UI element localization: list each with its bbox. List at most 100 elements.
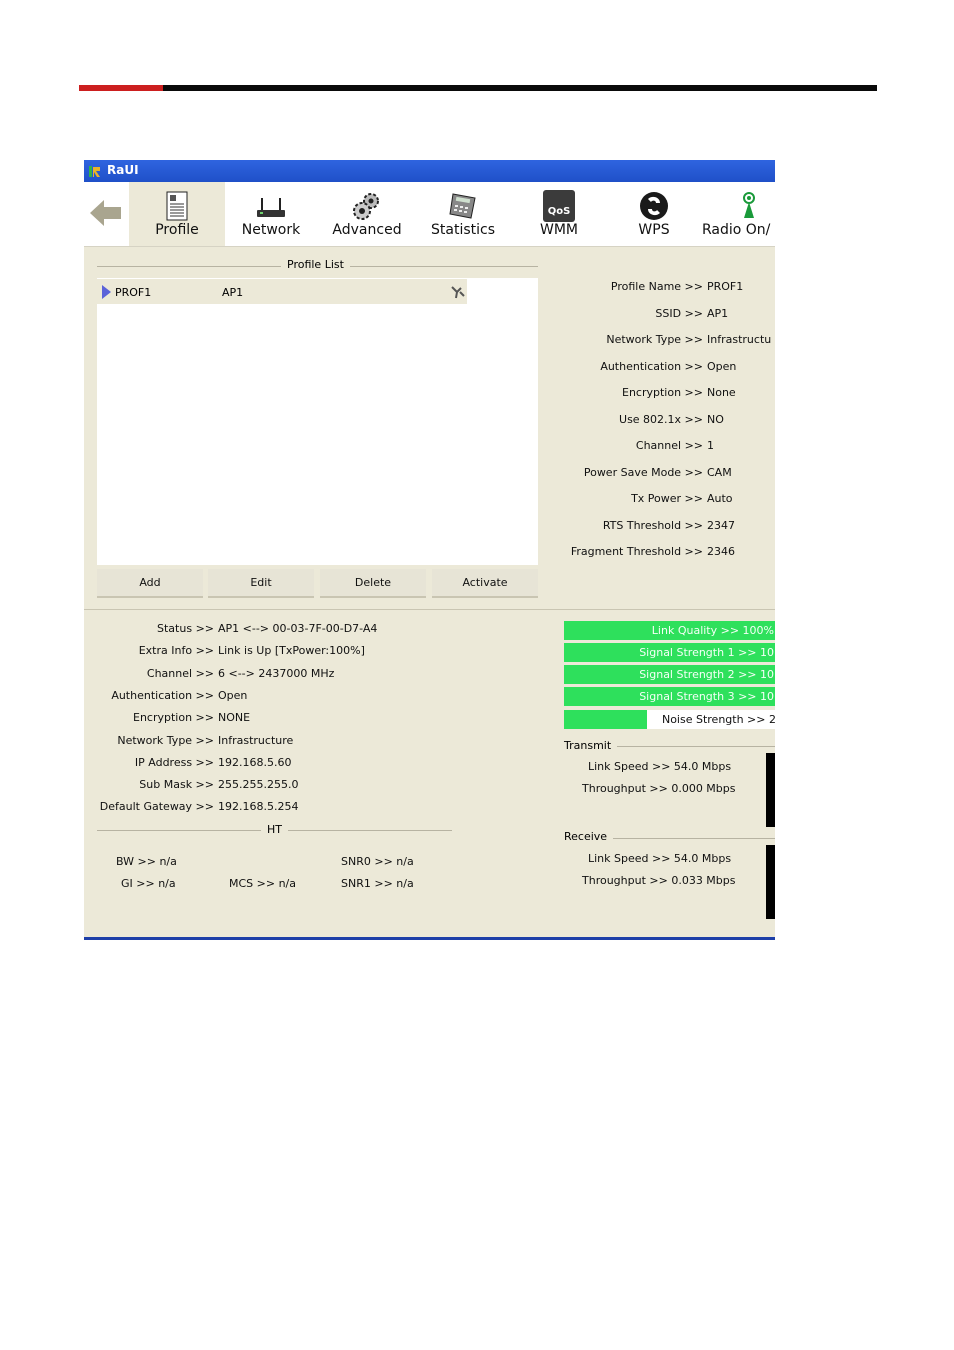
ht-gi: GI >> n/a xyxy=(121,877,176,890)
detail-label-power-save: Power Save Mode >> xyxy=(583,466,703,479)
profile-row-name: PROF1 xyxy=(115,286,152,299)
detail-value-channel: 1 xyxy=(707,439,714,452)
tab-radio[interactable]: Radio On/ xyxy=(699,182,775,246)
profile-document-icon xyxy=(166,191,188,221)
receive-throughput: Throughput >> 0.033 Mbps xyxy=(582,874,736,887)
detail-value-profile-name: PROF1 xyxy=(707,280,744,293)
connected-plug-icon xyxy=(451,286,465,299)
detail-label-network-type: Network Type >> xyxy=(606,333,703,346)
selected-arrow-icon xyxy=(102,285,111,299)
detail-label-ssid: SSID >> xyxy=(655,307,703,320)
status-network-type-value: Infrastructure xyxy=(218,734,294,747)
detail-label-encryption: Encryption >> xyxy=(622,386,703,399)
ht-mcs: MCS >> n/a xyxy=(229,877,296,890)
status-auth-value: Open xyxy=(218,689,248,702)
ht-title: HT xyxy=(261,823,288,836)
ip-address-label: IP Address >> xyxy=(134,756,214,769)
receive-title: Receive xyxy=(558,830,614,843)
app-logo-icon xyxy=(89,166,100,177)
header-rule-red xyxy=(79,85,163,91)
detail-value-network-type: Infrastructu xyxy=(707,333,772,346)
status-value: AP1 <--> 00-03-7F-00-D7-A4 xyxy=(218,622,378,635)
ht-bw: BW >> n/a xyxy=(116,855,177,868)
receive-link-speed: Link Speed >> 54.0 Mbps xyxy=(588,852,732,865)
tab-wps-label: WPS xyxy=(638,222,670,238)
detail-label-channel: Channel >> xyxy=(635,439,703,452)
signal-strength-3-text: Signal Strength 3 >> 10 xyxy=(639,690,774,703)
tab-radio-label: Radio On/ xyxy=(702,222,771,238)
back-arrow-icon[interactable] xyxy=(88,196,124,230)
tab-network[interactable]: Network xyxy=(227,182,315,246)
status-channel-value: 6 <--> 2437000 MHz xyxy=(218,667,335,680)
detail-label-802-1x: Use 802.1x >> xyxy=(619,413,703,426)
sub-mask-value: 255.255.255.0 xyxy=(218,778,299,791)
extra-info-label: Extra Info >> xyxy=(138,644,214,657)
profile-list[interactable]: PROF1 AP1 xyxy=(97,278,538,565)
detail-value-fragment: 2346 xyxy=(707,545,735,558)
profile-list-title: Profile List xyxy=(281,258,350,271)
status-auth-label: Authentication >> xyxy=(111,689,214,702)
transmit-link-speed: Link Speed >> 54.0 Mbps xyxy=(588,760,732,773)
status-encryption-label: Encryption >> xyxy=(133,711,214,724)
ht-snr1: SNR1 >> n/a xyxy=(341,877,414,890)
antenna-icon xyxy=(743,192,755,218)
activate-button[interactable]: Activate xyxy=(432,569,538,598)
detail-label-tx-power: Tx Power >> xyxy=(631,492,703,505)
transmit-graph xyxy=(766,753,775,827)
signal-strength-2-meter: Signal Strength 2 >> 10 xyxy=(564,665,775,684)
status-label: Status >> xyxy=(157,622,214,635)
section-divider xyxy=(84,609,775,610)
detail-label-rts: RTS Threshold >> xyxy=(602,519,703,532)
detail-value-rts: 2347 xyxy=(707,519,735,532)
tab-advanced-label: Advanced xyxy=(332,222,402,238)
link-quality-meter: Link Quality >> 100% xyxy=(564,621,775,640)
status-encryption-value: NONE xyxy=(218,711,251,724)
tab-statistics[interactable]: Statistics xyxy=(417,182,509,246)
edit-button[interactable]: Edit xyxy=(208,569,314,598)
detail-label-authentication: Authentication >> xyxy=(600,360,703,373)
detail-value-authentication: Open xyxy=(707,360,737,373)
router-icon xyxy=(257,198,285,217)
wps-icon xyxy=(640,192,668,220)
noise-strength-text: Noise Strength >> 26 xyxy=(661,713,775,726)
default-gateway-label: Default Gateway >> xyxy=(99,800,214,813)
tab-network-label: Network xyxy=(241,222,301,238)
profile-row[interactable]: PROF1 AP1 xyxy=(97,279,467,304)
raui-window: RaUI Profile Network Advanced Statistics… xyxy=(84,160,775,940)
status-network-type-label: Network Type >> xyxy=(117,734,214,747)
qos-icon: QoS xyxy=(543,190,575,222)
transmit-title: Transmit xyxy=(558,739,618,752)
detail-value-power-save: CAM xyxy=(707,466,732,479)
detail-value-encryption: None xyxy=(707,386,736,399)
signal-strength-1-meter: Signal Strength 1 >> 10 xyxy=(564,643,775,662)
detail-label-profile-name: Profile Name >> xyxy=(610,280,703,293)
detail-value-tx-power: Auto xyxy=(707,492,733,505)
detail-value-802-1x: NO xyxy=(707,413,724,426)
tab-wps[interactable]: WPS xyxy=(619,182,689,246)
default-gateway-value: 192.168.5.254 xyxy=(218,800,299,813)
tab-advanced[interactable]: Advanced xyxy=(322,182,412,246)
tab-wmm[interactable]: QoS WMM xyxy=(524,182,594,246)
signal-strength-2-text: Signal Strength 2 >> 10 xyxy=(639,668,774,681)
detail-value-ssid: AP1 xyxy=(707,307,729,320)
tab-statistics-label: Statistics xyxy=(431,222,495,238)
main-toolbar: Profile Network Advanced Statistics QoS … xyxy=(84,182,775,247)
window-title: RaUI xyxy=(107,163,139,177)
tab-profile-label: Profile xyxy=(155,222,199,238)
transmit-throughput: Throughput >> 0.000 Mbps xyxy=(582,782,736,795)
detail-label-fragment: Fragment Threshold >> xyxy=(570,545,703,558)
signal-strength-1-text: Signal Strength 1 >> 10 xyxy=(639,646,774,659)
gears-icon xyxy=(353,193,379,220)
noise-strength-meter: Noise Strength >> 26 xyxy=(564,710,775,729)
receive-frame xyxy=(610,838,775,839)
tab-wmm-label: WMM xyxy=(539,222,578,238)
title-bar[interactable]: RaUI xyxy=(84,160,775,182)
tab-profile[interactable]: Profile xyxy=(129,182,225,246)
delete-button[interactable]: Delete xyxy=(320,569,426,598)
ip-address-value: 192.168.5.60 xyxy=(218,756,292,769)
add-button[interactable]: Add xyxy=(97,569,203,598)
transmit-frame xyxy=(616,746,775,747)
profile-row-ssid: AP1 xyxy=(222,286,244,299)
extra-info-value: Link is Up [TxPower:100%] xyxy=(218,644,365,657)
status-channel-label: Channel >> xyxy=(146,667,214,680)
